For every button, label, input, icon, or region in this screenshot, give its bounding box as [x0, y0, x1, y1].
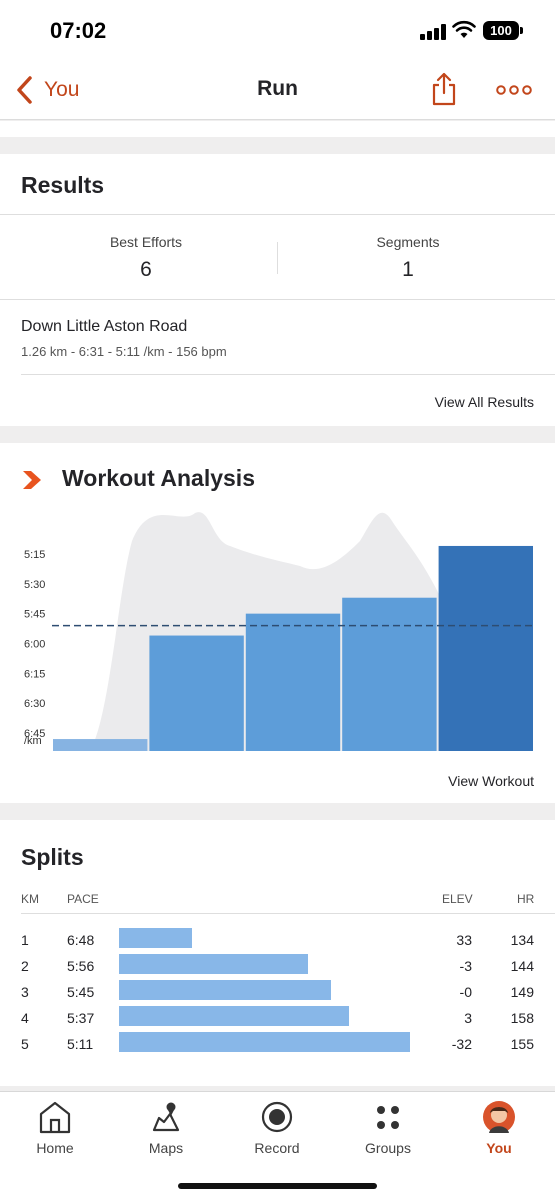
workout-analysis-title: Workout Analysis	[62, 465, 255, 491]
previous-section-edge	[0, 121, 555, 137]
tab-groups[interactable]: Groups	[338, 1100, 438, 1156]
workout-analysis-chart[interactable]: 5:155:305:456:006:156:306:45/km	[0, 501, 555, 761]
split-pace-bar	[119, 1006, 349, 1026]
splits-card: Splits KM PACE ELEV HR 1 6:48 33 134 2 5:56 -3…	[0, 820, 555, 1086]
tab-record[interactable]: Record	[227, 1100, 327, 1156]
splits-title: Splits	[21, 844, 84, 870]
split-km: 2	[21, 958, 29, 974]
split-km: 1	[21, 932, 29, 948]
stat-divider	[277, 242, 278, 274]
divider	[21, 374, 555, 375]
tab-label: You	[486, 1140, 512, 1156]
pace-bar-km-5[interactable]	[438, 545, 533, 751]
split-pace-bar	[119, 954, 308, 974]
home-indicator	[178, 1183, 377, 1189]
split-heart-rate: 144	[510, 958, 534, 974]
y-tick-label: 5:30	[24, 579, 45, 591]
results-card: Results Best Efforts 6 Segments 1 Down L…	[0, 154, 555, 426]
tab-home[interactable]: Home	[5, 1100, 105, 1156]
splits-header-hr: HR	[517, 892, 535, 906]
split-km: 5	[21, 1036, 29, 1052]
split-elevation: -3	[459, 958, 472, 974]
split-row: 2 5:56 -3 144	[0, 954, 555, 980]
split-elevation: -32	[451, 1036, 472, 1052]
record-icon	[261, 1101, 293, 1133]
best-efforts-value: 6	[140, 258, 152, 281]
splits-header-pace: PACE	[67, 892, 99, 906]
share-icon[interactable]	[430, 72, 458, 106]
split-row: 5 5:11 -32 155	[0, 1032, 555, 1058]
tab-label: Record	[254, 1140, 300, 1156]
avatar	[483, 1101, 515, 1133]
y-tick-label: 5:15	[24, 549, 45, 561]
page-title: Run	[257, 77, 298, 100]
split-heart-rate: 158	[510, 1010, 534, 1026]
split-pace: 5:56	[67, 958, 95, 974]
divider	[0, 214, 555, 215]
tab-label: Home	[36, 1140, 74, 1156]
home-icon	[39, 1101, 71, 1134]
split-pace-bar	[119, 980, 331, 1000]
segments-value: 1	[402, 258, 414, 281]
pace-bar-km-4[interactable]	[342, 597, 437, 751]
divider	[21, 913, 555, 914]
segments-label: Segments	[376, 234, 440, 250]
status-time: 07:02	[50, 18, 107, 43]
workout-analysis-card: Workout Analysis 5:15 5:30 5:45 6:00 6:15 6:3…	[0, 443, 555, 803]
battery-icon: 100	[483, 21, 523, 40]
y-tick-label: 6:30	[24, 698, 45, 710]
tab-maps[interactable]: Maps	[116, 1100, 216, 1156]
wifi-icon	[452, 20, 476, 38]
segment-effort-row[interactable]: Down Little Aston Road 1.26 km - 6:31 - …	[21, 318, 227, 359]
view-all-results-link[interactable]: View All Results	[435, 394, 534, 410]
split-km: 3	[21, 984, 29, 1000]
segments-stat[interactable]: Segments 1	[358, 234, 458, 282]
split-heart-rate: 149	[510, 984, 534, 1000]
y-tick-label: 5:45	[24, 609, 45, 621]
pace-bar-km-2[interactable]	[149, 635, 244, 751]
workout-analysis-icon	[23, 471, 41, 489]
splits-header-elev: ELEV	[442, 892, 473, 906]
maps-icon	[152, 1102, 180, 1132]
y-axis-unit: /km	[24, 735, 42, 747]
y-tick-label: 6:00	[24, 639, 45, 651]
split-pace: 5:45	[67, 984, 95, 1000]
status-bar: 07:02 100	[0, 0, 555, 60]
y-tick-label: 6:15	[24, 668, 45, 680]
segment-stats: 1.26 km - 6:31 - 5:11 /km - 156 bpm	[21, 344, 227, 359]
groups-icon	[377, 1106, 399, 1129]
best-efforts-stat[interactable]: Best Efforts 6	[96, 234, 196, 282]
split-heart-rate: 155	[510, 1036, 534, 1052]
split-pace: 5:11	[67, 1036, 94, 1052]
results-title: Results	[21, 172, 105, 198]
split-elevation: 3	[464, 1010, 472, 1026]
tab-label: Maps	[148, 1140, 184, 1156]
nav-bar: You Run	[0, 60, 555, 120]
best-efforts-label: Best Efforts	[109, 234, 183, 250]
split-pace-bar	[119, 928, 192, 948]
split-pace: 5:37	[67, 1010, 95, 1026]
split-km: 4	[21, 1010, 29, 1026]
split-elevation: 33	[456, 932, 472, 948]
splits-header-km: KM	[21, 892, 39, 906]
pace-bar-km-3[interactable]	[245, 613, 341, 751]
segment-name: Down Little Aston Road	[21, 318, 188, 335]
view-workout-link[interactable]: View Workout	[448, 773, 534, 789]
cellular-signal-icon	[420, 24, 446, 40]
split-pace: 6:48	[67, 932, 95, 948]
divider	[0, 299, 555, 300]
split-row: 1 6:48 33 134	[0, 928, 555, 954]
more-options-icon[interactable]	[496, 84, 532, 96]
split-heart-rate: 134	[510, 932, 534, 948]
split-row: 3 5:45 -0 149	[0, 980, 555, 1006]
split-pace-bar	[119, 1032, 410, 1052]
tab-label: Groups	[365, 1140, 411, 1156]
pace-bar-km-1[interactable]	[53, 739, 148, 751]
tab-you[interactable]: You	[449, 1100, 549, 1156]
split-row: 4 5:37 3 158	[0, 1006, 555, 1032]
split-elevation: -0	[459, 984, 472, 1000]
